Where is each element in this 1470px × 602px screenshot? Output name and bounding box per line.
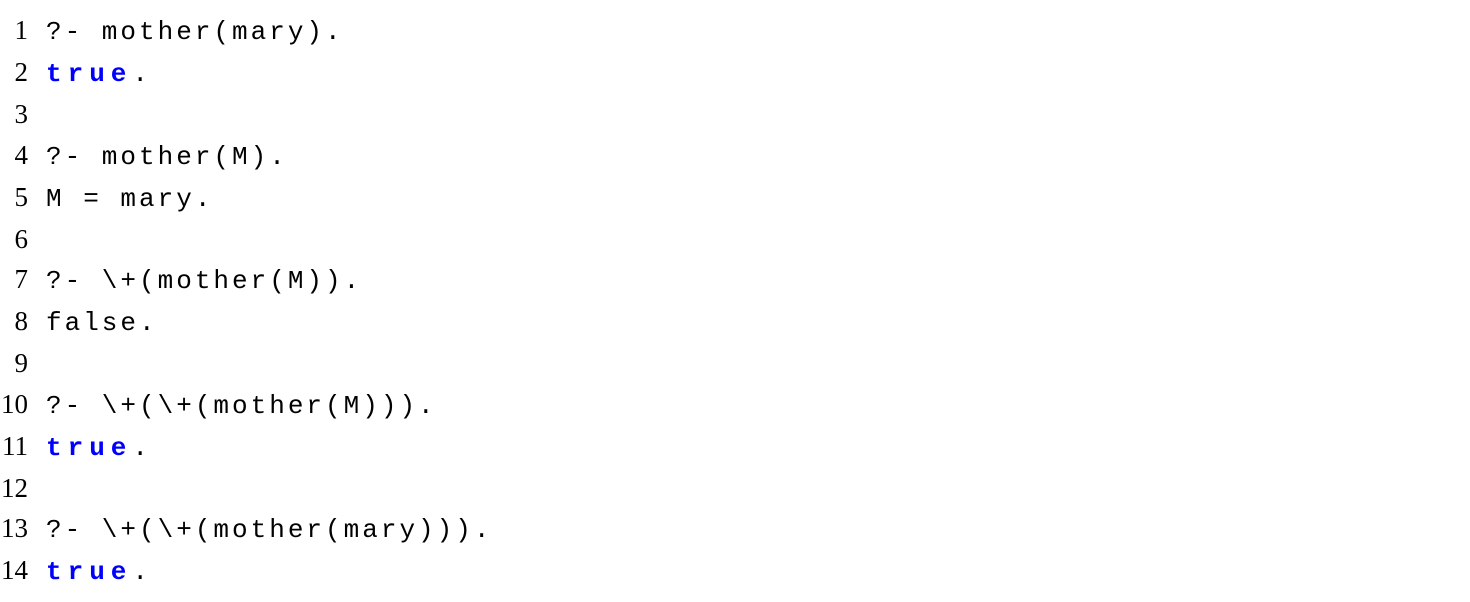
code-line: 6	[0, 219, 1470, 260]
code-line: 10?- \+(\+(mother(M))).	[0, 384, 1470, 426]
code-line: 1?- mother(mary).	[0, 10, 1470, 52]
code-content: ?- \+(\+(mother(M))).	[46, 387, 437, 426]
line-number: 9	[0, 343, 46, 384]
code-line: 5M = mary.	[0, 177, 1470, 219]
line-number: 3	[0, 94, 46, 135]
code-line: 8false.	[0, 301, 1470, 343]
code-content: ?- mother(mary).	[46, 13, 344, 52]
code-block: 1?- mother(mary).2true.34?- mother(M).5M…	[0, 10, 1470, 592]
line-number: 5	[0, 177, 46, 218]
code-content: M = mary.	[46, 180, 213, 219]
code-line: 11true.	[0, 426, 1470, 468]
code-line: 3	[0, 94, 1470, 135]
keyword-token: true	[46, 59, 132, 89]
code-token: .	[132, 557, 151, 587]
code-line: 4?- mother(M).	[0, 135, 1470, 177]
code-line: 13?- \+(\+(mother(mary))).	[0, 508, 1470, 550]
line-number: 7	[0, 259, 46, 300]
code-content: ?- \+(\+(mother(mary))).	[46, 511, 492, 550]
code-line: 2true.	[0, 52, 1470, 94]
code-token: ?- mother(mary).	[46, 17, 344, 47]
code-content: true.	[46, 429, 151, 468]
code-token: M = mary.	[46, 184, 213, 214]
keyword-token: true	[46, 433, 132, 463]
line-number: 8	[0, 301, 46, 342]
code-content: ?- \+(mother(M)).	[46, 262, 362, 301]
code-token: false.	[46, 308, 158, 338]
code-token: ?- mother(M).	[46, 142, 288, 172]
code-line: 7?- \+(mother(M)).	[0, 259, 1470, 301]
code-token: .	[132, 59, 151, 89]
keyword-token: true	[46, 557, 132, 587]
code-token: ?- \+(\+(mother(M))).	[46, 391, 437, 421]
code-token: .	[132, 433, 151, 463]
line-number: 6	[0, 219, 46, 260]
code-token: ?- \+(\+(mother(mary))).	[46, 515, 492, 545]
line-number: 14	[0, 550, 46, 591]
code-content: ?- mother(M).	[46, 138, 288, 177]
code-content: true.	[46, 55, 151, 94]
code-token: ?- \+(mother(M)).	[46, 266, 362, 296]
code-content: true.	[46, 553, 151, 592]
line-number: 2	[0, 52, 46, 93]
code-line: 9	[0, 343, 1470, 384]
line-number: 13	[0, 508, 46, 549]
code-content: false.	[46, 304, 158, 343]
line-number: 4	[0, 135, 46, 176]
line-number: 11	[0, 426, 46, 467]
line-number: 12	[0, 468, 46, 509]
code-line: 14true.	[0, 550, 1470, 592]
line-number: 10	[0, 384, 46, 425]
code-line: 12	[0, 468, 1470, 509]
line-number: 1	[0, 10, 46, 51]
